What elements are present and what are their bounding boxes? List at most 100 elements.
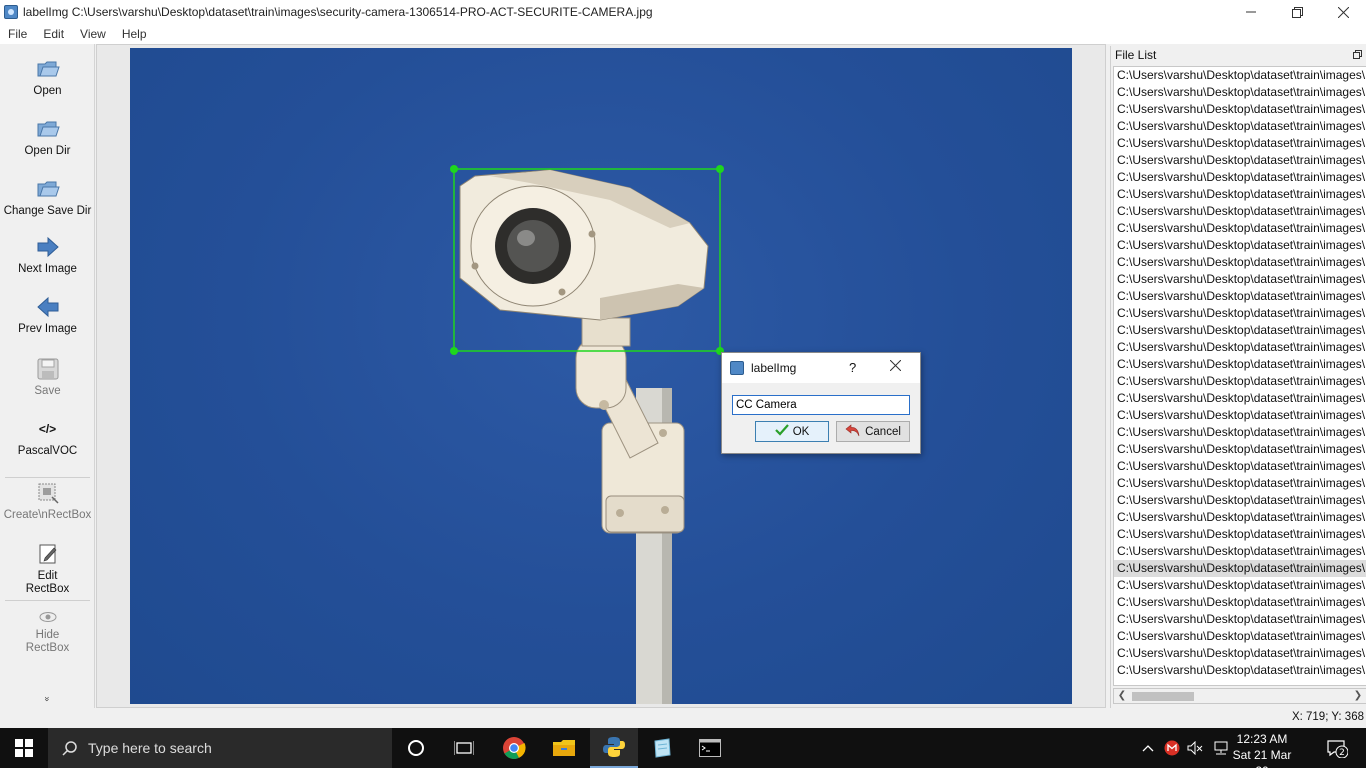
- file-list-item[interactable]: C:\Users\varshu\Desktop\dataset\train\im…: [1114, 492, 1366, 509]
- system-clock[interactable]: 12:23 AM Sat 21 Mar 20: [1230, 731, 1294, 768]
- show-hidden-icons-button[interactable]: [1140, 728, 1156, 768]
- edit-rectbox-button[interactable]: Edit RectBox: [0, 541, 95, 596]
- file-list-item[interactable]: C:\Users\varshu\Desktop\dataset\train\im…: [1114, 169, 1366, 186]
- file-list-item[interactable]: C:\Users\varshu\Desktop\dataset\train\im…: [1114, 390, 1366, 407]
- cancel-button[interactable]: Cancel: [836, 421, 910, 442]
- file-list-item[interactable]: C:\Users\varshu\Desktop\dataset\train\im…: [1114, 322, 1366, 339]
- file-list-item[interactable]: C:\Users\varshu\Desktop\dataset\train\im…: [1114, 254, 1366, 271]
- prev-image-button[interactable]: Prev Image: [0, 294, 95, 336]
- open-button[interactable]: Open: [0, 56, 95, 98]
- file-list-item[interactable]: C:\Users\varshu\Desktop\dataset\train\im…: [1114, 152, 1366, 169]
- file-list-item[interactable]: C:\Users\varshu\Desktop\dataset\train\im…: [1114, 101, 1366, 118]
- file-list-horizontal-scrollbar[interactable]: ❮ ❯: [1113, 688, 1366, 704]
- file-list-item[interactable]: C:\Users\varshu\Desktop\dataset\train\im…: [1114, 560, 1366, 577]
- file-list-item[interactable]: C:\Users\varshu\Desktop\dataset\train\im…: [1114, 203, 1366, 220]
- menu-edit[interactable]: Edit: [35, 27, 72, 41]
- open-dir-button[interactable]: Open Dir: [0, 116, 95, 158]
- create-rectbox-button[interactable]: Create\nRectBox: [0, 480, 95, 522]
- file-list-item[interactable]: C:\Users\varshu\Desktop\dataset\train\im…: [1114, 611, 1366, 628]
- file-list-item[interactable]: C:\Users\varshu\Desktop\dataset\train\im…: [1114, 186, 1366, 203]
- image-canvas[interactable]: [130, 48, 1072, 704]
- file-list-item[interactable]: C:\Users\varshu\Desktop\dataset\train\im…: [1114, 441, 1366, 458]
- file-list-item[interactable]: C:\Users\varshu\Desktop\dataset\train\im…: [1114, 84, 1366, 101]
- labelimg-app-icon: [730, 361, 744, 375]
- edit-document-icon: [35, 541, 61, 567]
- title-bar: labelImg C:\Users\varshu\Desktop\dataset…: [0, 0, 1366, 24]
- file-list-item[interactable]: C:\Users\varshu\Desktop\dataset\train\im…: [1114, 628, 1366, 645]
- volume-button[interactable]: [1186, 728, 1204, 768]
- menu-view[interactable]: View: [72, 27, 114, 41]
- file-list-item[interactable]: C:\Users\varshu\Desktop\dataset\train\im…: [1114, 305, 1366, 322]
- gmail-tray-button[interactable]: [1163, 728, 1181, 768]
- file-list-item[interactable]: C:\Users\varshu\Desktop\dataset\train\im…: [1114, 458, 1366, 475]
- restore-button[interactable]: [1274, 0, 1320, 24]
- start-button[interactable]: [0, 728, 48, 768]
- scroll-right-icon[interactable]: ❯: [1351, 689, 1365, 703]
- file-list-item[interactable]: C:\Users\varshu\Desktop\dataset\train\im…: [1114, 135, 1366, 152]
- restore-icon: [1291, 6, 1303, 18]
- action-center-button[interactable]: 2: [1320, 728, 1354, 768]
- prev-image-label: Prev Image: [18, 323, 77, 335]
- file-list-item[interactable]: C:\Users\varshu\Desktop\dataset\train\im…: [1114, 662, 1366, 679]
- file-list-dock: File List C:\Users\varshu\Desktop\datase…: [1110, 46, 1366, 708]
- dialog-close-icon[interactable]: [889, 358, 902, 376]
- format-label: PascalVOC: [17, 445, 78, 457]
- hide-rectbox-button[interactable]: Hide RectBox: [0, 608, 95, 655]
- file-list-item[interactable]: C:\Users\varshu\Desktop\dataset\train\im…: [1114, 271, 1366, 288]
- file-list-item[interactable]: C:\Users\varshu\Desktop\dataset\train\im…: [1114, 237, 1366, 254]
- file-list-header: File List: [1111, 46, 1366, 64]
- windows-logo-icon: [15, 739, 33, 757]
- file-list-item[interactable]: C:\Users\varshu\Desktop\dataset\train\im…: [1114, 118, 1366, 135]
- file-list-item[interactable]: C:\Users\varshu\Desktop\dataset\train\im…: [1114, 543, 1366, 560]
- python-app-button[interactable]: [590, 728, 638, 768]
- save-button[interactable]: Save: [0, 356, 95, 398]
- file-list-item[interactable]: C:\Users\varshu\Desktop\dataset\train\im…: [1114, 67, 1366, 84]
- file-list-item[interactable]: C:\Users\varshu\Desktop\dataset\train\im…: [1114, 424, 1366, 441]
- file-list-item[interactable]: C:\Users\varshu\Desktop\dataset\train\im…: [1114, 594, 1366, 611]
- file-list-item[interactable]: C:\Users\varshu\Desktop\dataset\train\im…: [1114, 509, 1366, 526]
- notification-icon: 2: [1327, 740, 1348, 758]
- python-icon: [603, 737, 625, 757]
- security-camera-image: [450, 165, 724, 704]
- file-explorer-button[interactable]: [540, 728, 588, 768]
- undock-icon[interactable]: [1353, 48, 1362, 62]
- dialog-title-bar: labelImg ?: [722, 353, 920, 383]
- gmail-icon: [1164, 740, 1180, 756]
- next-image-button[interactable]: Next Image: [0, 234, 95, 276]
- chrome-app-button[interactable]: [490, 728, 538, 768]
- change-save-dir-button[interactable]: Change Save Dir: [0, 176, 95, 218]
- file-list-item[interactable]: C:\Users\varshu\Desktop\dataset\train\im…: [1114, 526, 1366, 543]
- ok-button[interactable]: OK: [755, 421, 829, 442]
- file-list-item[interactable]: C:\Users\varshu\Desktop\dataset\train\im…: [1114, 475, 1366, 492]
- taskbar-search-box[interactable]: Type here to search: [48, 728, 392, 768]
- notepad-app-button[interactable]: [638, 728, 686, 768]
- command-prompt-button[interactable]: [686, 728, 734, 768]
- file-list-item[interactable]: C:\Users\varshu\Desktop\dataset\train\im…: [1114, 407, 1366, 424]
- menu-help[interactable]: Help: [114, 27, 155, 41]
- cortana-button[interactable]: [392, 728, 440, 768]
- menu-file[interactable]: File: [0, 27, 35, 41]
- left-toolbar: Open Open Dir Change Save Dir Next Image…: [0, 44, 95, 708]
- change-save-dir-label: Change Save Dir: [3, 205, 92, 217]
- file-list-item[interactable]: C:\Users\varshu\Desktop\dataset\train\im…: [1114, 339, 1366, 356]
- folder-icon: [35, 176, 61, 202]
- format-toggle-button[interactable]: </> PascalVOC: [0, 416, 95, 458]
- file-list-item[interactable]: C:\Users\varshu\Desktop\dataset\train\im…: [1114, 577, 1366, 594]
- file-list-item[interactable]: C:\Users\varshu\Desktop\dataset\train\im…: [1114, 220, 1366, 237]
- minimize-button[interactable]: [1228, 0, 1274, 24]
- scrollbar-thumb[interactable]: [1132, 692, 1194, 701]
- task-view-button[interactable]: [440, 728, 488, 768]
- close-button[interactable]: [1320, 0, 1366, 24]
- file-list-item[interactable]: C:\Users\varshu\Desktop\dataset\train\im…: [1114, 373, 1366, 390]
- label-input[interactable]: [732, 395, 910, 415]
- open-label: Open: [33, 85, 62, 97]
- network-button[interactable]: [1211, 728, 1231, 768]
- file-list[interactable]: C:\Users\varshu\Desktop\dataset\train\im…: [1113, 66, 1366, 686]
- file-list-item[interactable]: C:\Users\varshu\Desktop\dataset\train\im…: [1114, 356, 1366, 373]
- scroll-left-icon[interactable]: ❮: [1115, 689, 1129, 703]
- toolbar-divider: [5, 477, 90, 478]
- open-dir-label: Open Dir: [24, 145, 71, 157]
- file-list-item[interactable]: C:\Users\varshu\Desktop\dataset\train\im…: [1114, 288, 1366, 305]
- file-list-item[interactable]: C:\Users\varshu\Desktop\dataset\train\im…: [1114, 645, 1366, 662]
- dialog-help-button[interactable]: ?: [849, 360, 856, 375]
